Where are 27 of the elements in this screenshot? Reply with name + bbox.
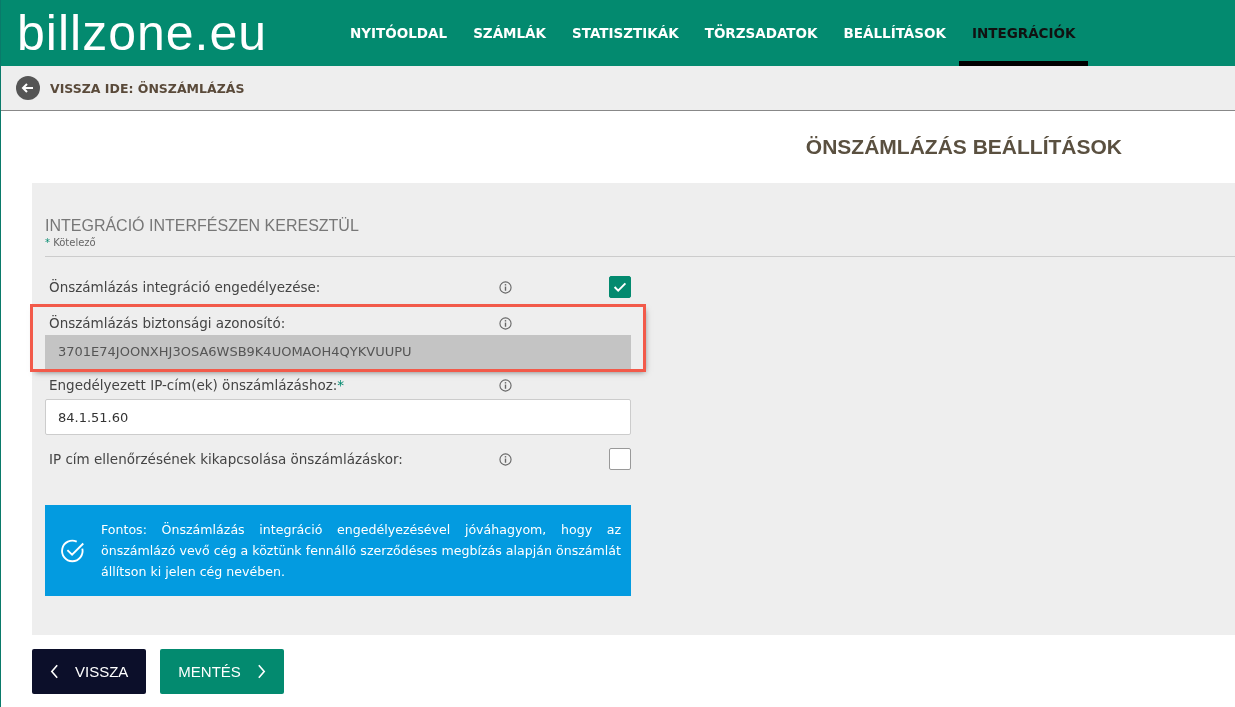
checkbox[interactable]: [609, 276, 631, 298]
logo[interactable]: billzone.eu: [1, 0, 337, 66]
info-icon[interactable]: [499, 378, 512, 392]
readonly-field[interactable]: 3701E74JOONXHJ3OSA6WSB9K4UOMAOH4QYKVUUPU: [45, 335, 631, 369]
required-note: * Kötelező: [45, 237, 97, 248]
field-label: IP cím ellenőrzésének kikapcsolása önszámlázáskor:: [49, 451, 404, 467]
checkbox[interactable]: [609, 448, 631, 470]
page-title: ÖNSZÁMLÁZÁS BEÁLLÍTÁSOK: [805, 135, 1122, 159]
info-icon[interactable]: [499, 316, 512, 330]
ip-input-field[interactable]: 84.1.51.60: [45, 399, 631, 435]
field-label: Önszámlázás integráció engedélyezése:: [49, 279, 322, 295]
info-icon[interactable]: [499, 280, 512, 294]
back-link[interactable]: VISSZA IDE: ÖNSZÁMLÁZÁS: [50, 80, 245, 96]
back-button[interactable]: VISSZA: [32, 649, 147, 694]
info-icon[interactable]: [499, 452, 512, 466]
nav-tab[interactable]: SZÁMLÁK: [460, 0, 560, 66]
nav-tab[interactable]: TÖRZSADATOK: [691, 0, 831, 66]
nav-tab[interactable]: NYITÓOLDAL: [337, 0, 461, 66]
section-title: INTEGRÁCIÓ INTERFÉSZEN KERESZTÜL: [45, 217, 360, 235]
notice-text: Fontos: Önszámlázás integráció engedélyezésével jóváhagyom, hogy az önszámlázó vevő cég a köztünk fennálló szerződéses megbízás alapján önszámlát állítson ki jelen cég nevében.: [101, 521, 621, 581]
nav-tab[interactable]: STATISZTIKÁK: [559, 0, 692, 66]
chevron-right-icon: [256, 664, 266, 679]
nav-tab[interactable]: BEÁLLÍTÁSOK: [830, 0, 959, 66]
field-label: Önszámlázás biztonsági azonosító:: [49, 315, 287, 331]
save-button[interactable]: MENTÉS: [160, 649, 284, 694]
chevron-left-icon: [50, 664, 59, 679]
field-label: Engedélyezett IP-cím(ek) önszámlázáshoz:*: [49, 377, 346, 393]
